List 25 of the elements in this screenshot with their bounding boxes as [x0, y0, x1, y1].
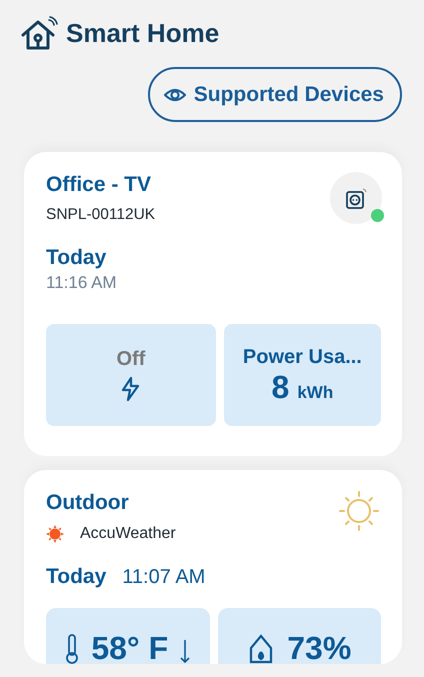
provider-logo-icon — [46, 524, 64, 542]
home-icon — [20, 16, 58, 51]
usage-label: Power Usa... — [242, 346, 362, 368]
thermometer-icon — [65, 634, 80, 664]
sun-icon — [338, 490, 380, 532]
usage-value: 8 — [272, 370, 290, 405]
app-title: Smart Home — [66, 17, 220, 50]
eye-icon — [164, 86, 186, 103]
provider-name: AccuWeather — [80, 524, 176, 544]
time-label: 11:16 AM — [46, 272, 118, 294]
power-tile[interactable]: Off — [46, 324, 216, 426]
serial-number: SNPL-00112UK — [46, 205, 156, 226]
temperature-value: 58° F — [91, 632, 168, 664]
usage-unit: kWh — [297, 382, 334, 404]
down-arrow-icon — [180, 640, 190, 664]
time-label: 11:07 AM — [122, 564, 206, 590]
device-name: Outdoor — [46, 490, 130, 516]
power-state: Off — [116, 348, 146, 370]
supported-devices-button[interactable]: Supported Devices — [148, 67, 402, 122]
day-label: Today — [46, 564, 106, 589]
humidity-value: 73% — [287, 632, 352, 664]
smart-plug-icon — [345, 187, 367, 210]
device-name: Office - TV — [46, 172, 152, 198]
lightning-icon — [120, 376, 142, 402]
day-label: Today — [46, 244, 108, 270]
